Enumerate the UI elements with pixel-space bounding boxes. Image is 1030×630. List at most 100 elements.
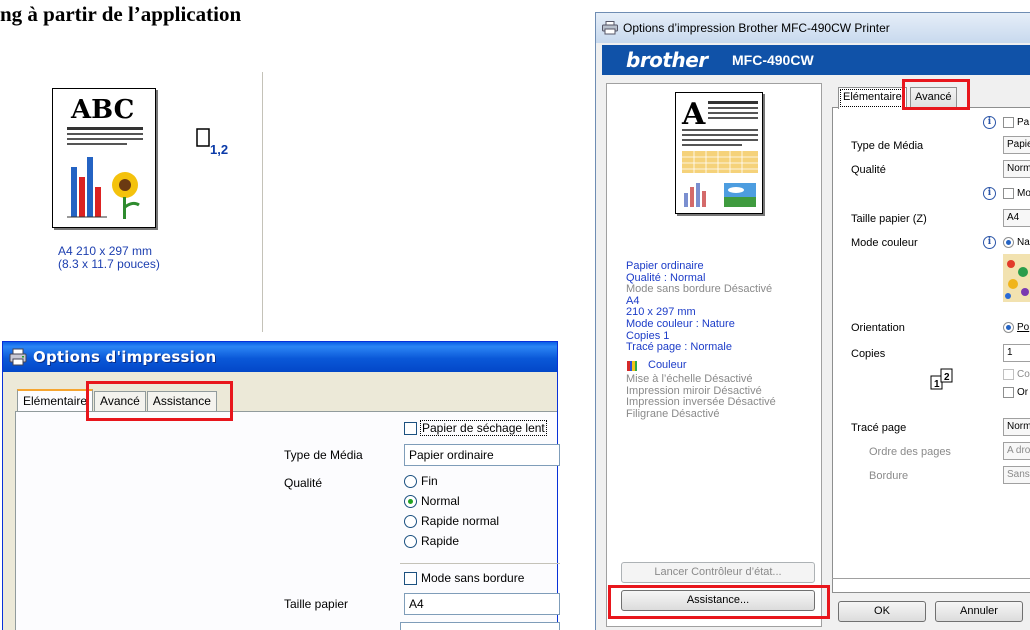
paper-size-label: Taille papier (Z) [851,213,927,225]
checkbox-box[interactable] [404,421,417,435]
color-mode-option-label: Na [1017,237,1030,248]
quality-radio-fin[interactable]: Fin [404,474,438,488]
reverse-order-checkbox[interactable]: Or [1003,387,1028,398]
orientation-option-label: Po [1017,322,1030,333]
next-select-partial[interactable] [400,622,560,630]
radio-circle-selected[interactable] [404,494,417,508]
copies-input[interactable]: 1 [1003,344,1030,362]
slow-dry-paper-label: Pa [1017,117,1030,128]
tab-avance[interactable]: Avancé [910,87,957,107]
quality-select[interactable]: Norm [1003,160,1030,178]
paper-size-select[interactable]: A4 [404,593,560,615]
slow-dry-paper-label: Papier de séchage lent [420,420,547,436]
checkbox-box[interactable] [1003,117,1014,128]
media-type-label: Type de Média [851,140,924,152]
info-icon[interactable]: i [983,116,996,129]
collate-checkbox[interactable]: Co [1003,369,1030,380]
support-button[interactable]: Assistance... [621,590,815,611]
paper-size-label: Taille papier [284,597,349,611]
page-order-select[interactable]: A dro [1003,442,1030,460]
paper-size-select[interactable]: A4 [1003,209,1030,227]
radio-circle[interactable] [404,534,417,548]
borderless-mode-checkbox[interactable]: Mo [1003,188,1030,199]
window-title: Options d'impression [33,348,217,366]
copies-label: Copies [851,348,886,360]
quality-radio-rapide[interactable]: Rapide [404,534,459,548]
page-preview-thumbnail: A [675,92,763,214]
color-mode-sample-image [1003,254,1030,302]
status-monitor-button[interactable]: Lancer Contrôleur d’état... [621,562,815,583]
color-summary-line: Filigrane Désactivé [626,407,720,420]
quality-option-label: Rapide normal [421,514,500,528]
quality-label: Qualité [851,164,886,176]
radio-circle[interactable] [404,514,417,528]
checkbox-box[interactable] [1003,188,1014,199]
radio-circle-selected[interactable] [1003,237,1014,248]
summary-line: Tracé page : Normale [626,341,732,354]
quality-option-label: Normal [421,494,460,508]
tab-assistance[interactable]: Assistance [146,391,217,411]
media-type-select[interactable]: Papier ordinaire [404,444,560,466]
copies-indicator: 1,2 [210,142,229,157]
slow-dry-paper-checkbox[interactable]: Pa [1003,117,1029,128]
paper-size-summary: A4 210 x 297 mm [58,244,153,258]
borderless-mode-label: Mo [1017,188,1030,199]
window-title: Options d’impression Brother MFC-490CW P… [623,21,890,35]
quality-option-label: Fin [421,474,438,488]
orientation-label: Orientation [851,322,905,334]
radio-circle[interactable] [404,474,417,488]
reverse-order-label: Or [1017,387,1029,398]
xp-tab-strip: Elémentaire Avancé Assistance [17,389,218,411]
brother-logo: brother [626,48,708,72]
color-swatch-icon [627,361,637,371]
ok-button[interactable]: OK [838,601,926,622]
tab-elementaire[interactable]: Elémentaire [838,87,907,109]
color-summary-line: Mise à l’échelle Désactivé [626,373,753,385]
quality-label: Qualité [284,476,323,490]
orientation-radio-portrait[interactable]: Po [1003,322,1029,333]
color-mode-radio-nature[interactable]: Na [1003,237,1030,248]
summary-line: Mode sans bordure Désactivé [626,283,773,296]
tab-avance[interactable]: Avancé [94,391,146,411]
radio-circle-selected[interactable] [1003,322,1014,333]
cancel-button[interactable]: Annuler [935,601,1023,622]
quality-radio-rapide-normal[interactable]: Rapide normal [404,514,499,528]
paper-size-summary-inches: (8.3 x 11.7 pouces) [58,257,160,271]
checkbox-box[interactable] [404,571,417,585]
media-type-label: Type de Média [284,448,363,462]
info-icon[interactable]: i [983,187,996,200]
panel-divider [262,72,263,332]
border-select[interactable]: Sans [1003,466,1030,484]
options-divider [400,563,560,564]
borderless-mode-checkbox[interactable]: Mode sans bordure [404,571,524,585]
collate-label: Co [1017,369,1030,380]
slow-dry-paper-checkbox[interactable]: Papier de séchage lent [404,420,547,436]
color-summary-line: Impression inversée Désactivé [626,396,776,409]
tab-elementaire[interactable]: Elémentaire [17,389,94,411]
xp-print-options-window: Options d'impression Elémentaire Avancé … [2,341,558,630]
media-type-select[interactable]: Papie [1003,136,1030,154]
pages-icon-digit-2: 2 [944,372,950,383]
document-heading: ng à partir de l’application [0,2,242,26]
page-order-label: Ordre des pages [869,446,951,458]
borderless-mode-label: Mode sans bordure [421,571,525,585]
checkbox-box[interactable] [1003,369,1014,380]
color-mode-label: Mode couleur [851,237,918,249]
printer-icon [602,21,618,35]
preview-lines-graphic [67,127,143,219]
summary-line: Papier ordinaire [626,260,704,272]
pages-icon-digit-1: 1 [934,379,940,390]
border-label: Bordure [869,470,909,482]
color-summary-label: Couleur [648,359,687,371]
summary-line: Mode couleur : Nature [626,318,735,330]
quality-option-label: Rapide [421,534,460,548]
preview-text: ABC [71,95,135,125]
panel-bottom-divider [832,578,1030,579]
info-icon[interactable]: i [983,236,996,249]
page-layout-select[interactable]: Norm [1003,418,1030,436]
vista-title-bar: Options d’impression Brother MFC-490CW P… [596,13,1030,43]
xp-title-bar: Options d'impression [3,342,557,372]
printer-icon [9,348,27,366]
checkbox-box[interactable] [1003,387,1014,398]
quality-radio-normal[interactable]: Normal [404,494,460,508]
